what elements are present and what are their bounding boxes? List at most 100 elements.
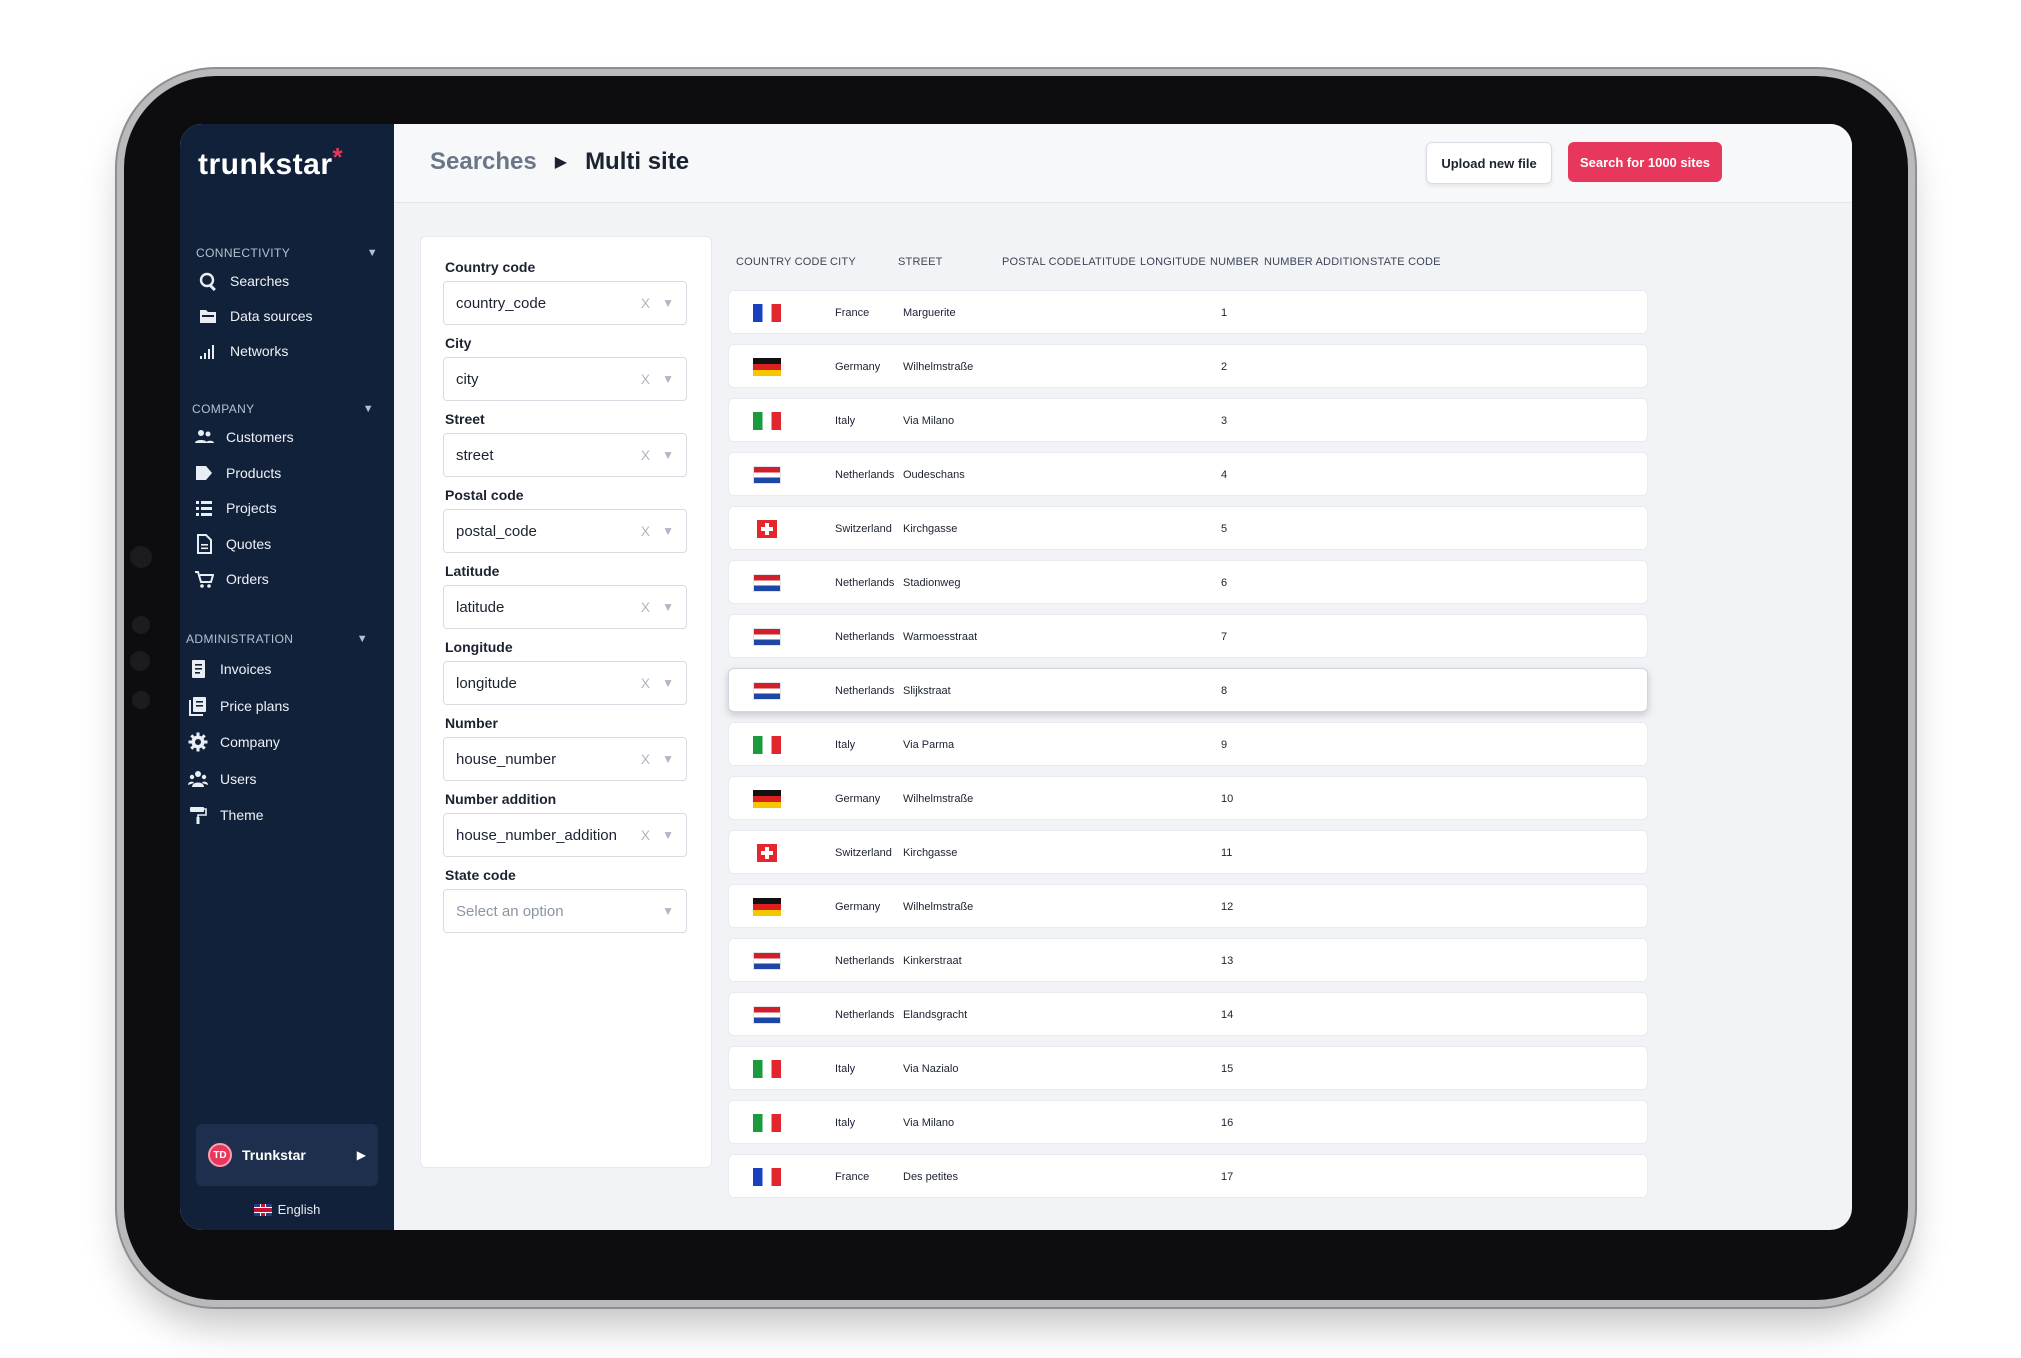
sidebar-section-connectivity[interactable]: CONNECTIVITY ▼ xyxy=(196,246,378,260)
table-row[interactable]: Netherlands Stadionweg 6 xyxy=(728,560,1648,604)
chevron-down-icon[interactable]: ▼ xyxy=(662,752,674,766)
clear-icon[interactable]: X xyxy=(641,751,650,767)
chevron-down-icon[interactable]: ▼ xyxy=(662,448,674,462)
language-selector[interactable]: English xyxy=(180,1202,394,1217)
column-header[interactable]: LONGITUDE xyxy=(1140,256,1206,268)
mapping-select-country-code[interactable]: country_code X ▼ xyxy=(443,281,687,325)
table-row[interactable]: Germany Wilhelmstraße 2 xyxy=(728,344,1648,388)
mapping-select-street[interactable]: street X ▼ xyxy=(443,433,687,477)
table-row[interactable]: Netherlands Kinkerstraat 13 xyxy=(728,938,1648,982)
mapping-select-state-code[interactable]: Select an option ▼ xyxy=(443,889,687,933)
column-header[interactable]: POSTAL CODE xyxy=(1002,256,1081,268)
column-header[interactable]: CITY xyxy=(830,256,856,268)
column-header[interactable]: NUMBER ADDITION xyxy=(1264,256,1370,268)
users-icon xyxy=(188,770,208,787)
table-row[interactable]: France Marguerite 1 xyxy=(728,290,1648,334)
sidebar-item-searches[interactable]: Searches xyxy=(198,266,289,296)
table-header: COUNTRY CODE CITY STREET POSTAL CODE LATITUD… xyxy=(724,256,1852,276)
clear-icon[interactable]: X xyxy=(641,447,650,463)
search-icon xyxy=(199,272,216,291)
sidebar-section-title: COMPANY xyxy=(192,402,255,416)
column-header[interactable]: STREET xyxy=(898,256,943,268)
sidebar-item-theme[interactable]: Theme xyxy=(188,800,264,830)
app-screen: trunkstar* CONNECTIVITY ▼ Searches Data sou… xyxy=(180,124,1852,1230)
sidebar-item-projects[interactable]: Projects xyxy=(194,493,277,523)
sidebar-item-orders[interactable]: Orders xyxy=(194,564,269,594)
column-header[interactable]: STATE CODE xyxy=(1370,256,1441,268)
account-name: Trunkstar xyxy=(242,1147,306,1163)
column-header[interactable]: COUNTRY CODE xyxy=(736,256,827,268)
table-row[interactable]: Italy Via Parma 9 xyxy=(728,722,1648,766)
chevron-down-icon[interactable]: ▼ xyxy=(662,296,674,310)
breadcrumb-parent[interactable]: Searches xyxy=(430,148,537,176)
country-flag-icon xyxy=(753,952,781,970)
chevron-down-icon[interactable]: ▼ xyxy=(662,828,674,842)
cell-city: Italy xyxy=(835,739,856,751)
mapping-select-latitude[interactable]: latitude X ▼ xyxy=(443,585,687,629)
sidebar-item-invoices[interactable]: Invoices xyxy=(188,654,271,684)
table-row[interactable]: Netherlands Slijkstraat 8 xyxy=(728,668,1648,712)
uk-flag-icon xyxy=(253,1203,272,1216)
sidebar-section-company[interactable]: COMPANY ▼ xyxy=(192,402,374,416)
cell-street: Wilhelmstraße xyxy=(903,793,974,805)
sidebar-item-customers[interactable]: Customers xyxy=(194,422,294,452)
table-row[interactable]: France Des petites 17 xyxy=(728,1154,1648,1198)
chevron-down-icon[interactable]: ▼ xyxy=(662,676,674,690)
country-flag-icon xyxy=(753,790,781,808)
account-switcher[interactable]: TD Trunkstar ▶ xyxy=(196,1124,378,1186)
table-row[interactable]: Netherlands Elandsgracht 14 xyxy=(728,992,1648,1036)
camera-dot xyxy=(132,691,150,709)
chevron-down-icon[interactable]: ▼ xyxy=(662,524,674,538)
table-row[interactable]: Italy Via Nazialo 15 xyxy=(728,1046,1648,1090)
country-flag-icon xyxy=(753,898,781,916)
cell-street: Slijkstraat xyxy=(903,685,951,697)
chevron-down-icon[interactable]: ▼ xyxy=(662,372,674,386)
country-flag-icon xyxy=(753,574,781,592)
sidebar-item-company[interactable]: Company xyxy=(188,727,280,757)
table-row[interactable]: Germany Wilhelmstraße 12 xyxy=(728,884,1648,928)
clear-icon[interactable]: X xyxy=(641,675,650,691)
table-row[interactable]: Netherlands Warmoesstraat 7 xyxy=(728,614,1648,658)
clear-icon[interactable]: X xyxy=(641,827,650,843)
sidebar-item-quotes[interactable]: Quotes xyxy=(194,529,271,559)
select-value: country_code xyxy=(456,294,547,312)
mapping-select-number[interactable]: house_number X ▼ xyxy=(443,737,687,781)
country-flag-icon xyxy=(753,736,781,754)
upload-file-button[interactable]: Upload new file xyxy=(1426,142,1552,184)
sidebar-item-users[interactable]: Users xyxy=(188,764,257,794)
column-header[interactable]: NUMBER xyxy=(1210,256,1259,268)
clear-icon[interactable]: X xyxy=(641,371,650,387)
chevron-down-icon[interactable]: ▼ xyxy=(662,600,674,614)
cell-city: Germany xyxy=(835,361,881,373)
chevron-down-icon: ▼ xyxy=(362,403,374,415)
table-row[interactable]: Italy Via Milano 16 xyxy=(728,1100,1648,1144)
table-row[interactable]: Netherlands Oudeschans 4 xyxy=(728,452,1648,496)
mapping-select-city[interactable]: city X ▼ xyxy=(443,357,687,401)
sidebar-item-label: Orders xyxy=(226,571,269,587)
chevron-down-icon[interactable]: ▼ xyxy=(662,904,674,918)
sidebar-item-data-sources[interactable]: Data sources xyxy=(198,301,312,331)
table-row[interactable]: Germany Wilhelmstraße 10 xyxy=(728,776,1648,820)
country-flag-icon xyxy=(757,520,777,538)
clear-icon[interactable]: X xyxy=(641,523,650,539)
mapping-select-postal-code[interactable]: postal_code X ▼ xyxy=(443,509,687,553)
clear-icon[interactable]: X xyxy=(641,295,650,311)
logo[interactable]: trunkstar* xyxy=(198,142,343,182)
sidebar-section-administration[interactable]: ADMINISTRATION ▼ xyxy=(186,632,368,646)
cell-street: Kirchgasse xyxy=(903,523,958,535)
table-row[interactable]: Switzerland Kirchgasse 11 xyxy=(728,830,1648,874)
sidebar-item-products[interactable]: Products xyxy=(194,458,281,488)
camera-dot xyxy=(132,616,150,634)
sites-table: COUNTRY CODE CITY STREET POSTAL CODE LATITUD… xyxy=(724,236,1852,1230)
clear-icon[interactable]: X xyxy=(641,599,650,615)
country-flag-icon xyxy=(753,1006,781,1024)
mapping-select-longitude[interactable]: longitude X ▼ xyxy=(443,661,687,705)
sidebar-item-price-plans[interactable]: Price plans xyxy=(188,691,289,721)
table-row[interactable]: Italy Via Milano 3 xyxy=(728,398,1648,442)
column-header[interactable]: LATITUDE xyxy=(1082,256,1136,268)
search-sites-button[interactable]: Search for 1000 sites xyxy=(1568,142,1722,182)
mapping-select-number-addition[interactable]: house_number_addition X ▼ xyxy=(443,813,687,857)
table-row[interactable]: Switzerland Kirchgasse 5 xyxy=(728,506,1648,550)
column-mapping-panel: Country code country_code X ▼ City city X ▼ Stre… xyxy=(420,236,712,1168)
sidebar-item-networks[interactable]: Networks xyxy=(198,336,288,366)
